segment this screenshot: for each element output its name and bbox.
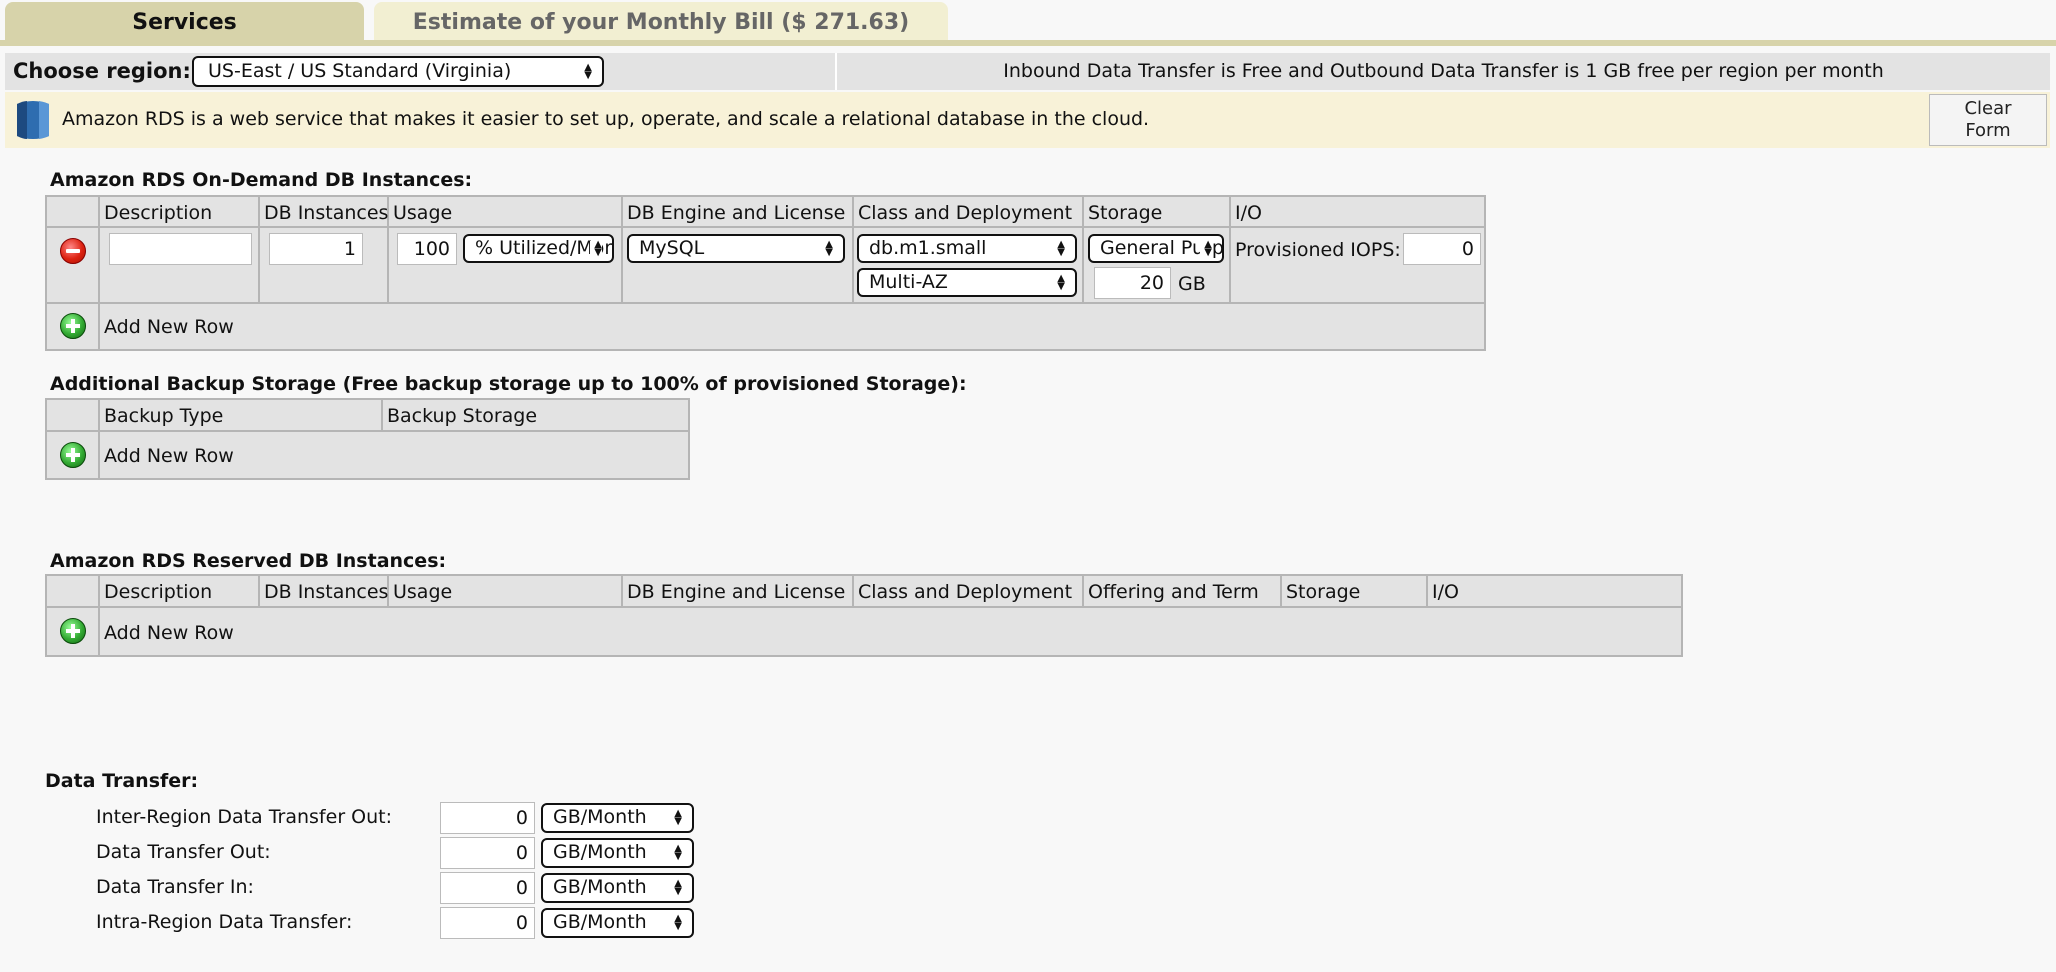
clear-form-label-2: Form [1965,120,2011,141]
header-io: I/O [1432,581,1459,603]
data-transfer-in-label: Data Transfer In: [96,876,254,898]
add-new-row-link[interactable]: Add New Row [104,622,234,644]
data-transfer-out-label: Data Transfer Out: [96,841,271,863]
header-db-instances: DB Instances [264,202,389,224]
header-description: Description [104,202,213,224]
inter-region-out-input[interactable]: 0 [440,802,535,834]
header-backup-type: Backup Type [104,405,224,427]
notice-text: Amazon RDS is a web service that makes i… [62,108,1150,130]
data-transfer-out-input[interactable]: 0 [440,837,535,869]
tab-underline [0,40,2056,46]
region-info: Inbound Data Transfer is Free and Outbou… [835,53,2050,90]
intra-region-input[interactable]: 0 [440,907,535,939]
select-arrows-icon: ▲ ▼ [674,843,682,862]
data-transfer-in-input[interactable]: 0 [440,872,535,904]
unit-value: GB/Month [553,876,647,898]
backup-table: Backup Type Backup Storage Add New Row [45,398,690,480]
storage-type-select[interactable]: General Purpose ▲▼ [1088,234,1224,263]
add-row-icon[interactable] [60,442,86,468]
iops-input[interactable]: 0 [1403,233,1481,265]
select-arrows-icon: ▲ ▼ [1057,272,1065,292]
select-arrows-icon: ▲ ▼ [1200,239,1212,257]
db-engine-value: MySQL [639,237,705,259]
rds-logo-icon [17,101,49,139]
ondemand-table: Description DB Instances Usage DB Engine… [45,195,1486,351]
select-arrows-icon: ▲ ▼ [674,913,682,932]
usage-input[interactable]: 100 [397,233,457,265]
db-engine-select[interactable]: MySQL ▲ ▼ [627,234,845,263]
region-bar: Choose region: US-East / US Standard (Vi… [5,53,2050,90]
header-usage: Usage [393,202,453,224]
deployment-select[interactable]: Multi-AZ ▲ ▼ [857,268,1077,297]
header-offering-term: Offering and Term [1088,581,1259,603]
description-input[interactable] [109,233,252,265]
header-db-engine: DB Engine and License [627,202,846,224]
clear-form-button[interactable]: Clear Form [1929,94,2047,146]
select-arrows-icon: ▲ ▼ [674,878,682,897]
inter-region-out-unit-select[interactable]: GB/Month ▲ ▼ [541,803,694,833]
tab-services[interactable]: Services [5,2,364,42]
clear-form-label-1: Clear [1964,98,2012,119]
intra-region-label: Intra-Region Data Transfer: [96,911,353,933]
add-row-icon[interactable] [60,618,86,644]
header-db-instances: DB Instances [264,581,389,603]
header-db-engine: DB Engine and License [627,581,846,603]
header-class-deployment: Class and Deployment [858,581,1073,603]
header-class-deployment: Class and Deployment [858,202,1073,224]
add-new-row-link[interactable]: Add New Row [104,316,234,338]
add-row-icon[interactable] [60,313,86,339]
header-backup-storage: Backup Storage [387,405,538,427]
header-usage: Usage [393,581,453,603]
data-transfer-out-unit-select[interactable]: GB/Month ▲ ▼ [541,838,694,868]
db-class-select[interactable]: db.m1.small ▲ ▼ [857,234,1077,263]
storage-unit-label: GB [1178,273,1206,295]
tab-bar: Services Estimate of your Monthly Bill (… [0,0,2056,46]
region-select[interactable]: US-East / US Standard (Virginia) ▲ ▼ [192,56,604,87]
inter-region-out-label: Inter-Region Data Transfer Out: [96,806,393,828]
reserved-table: Description DB Instances Usage DB Engine… [45,574,1683,657]
usage-unit-select[interactable]: % Utilized/Month ▲▼ [463,234,614,263]
select-arrows-icon: ▲ ▼ [825,238,833,258]
data-transfer-title: Data Transfer: [45,770,199,792]
ondemand-title: Amazon RDS On-Demand DB Instances: [50,169,473,191]
select-arrows-icon: ▲ ▼ [590,239,602,257]
iops-label: Provisioned IOPS: [1235,239,1401,261]
unit-value: GB/Month [553,806,647,828]
header-io: I/O [1235,202,1262,224]
add-new-row-link[interactable]: Add New Row [104,445,234,467]
region-select-value: US-East / US Standard (Virginia) [208,60,512,82]
remove-row-icon[interactable] [60,238,86,264]
select-arrows-icon: ▲ ▼ [584,61,592,81]
unit-value: GB/Month [553,911,647,933]
db-class-value: db.m1.small [869,237,987,259]
data-transfer-in-unit-select[interactable]: GB/Month ▲ ▼ [541,873,694,903]
unit-value: GB/Month [553,841,647,863]
tab-estimate[interactable]: Estimate of your Monthly Bill ($ 271.63) [374,2,948,42]
header-storage: Storage [1088,202,1163,224]
header-storage: Storage [1286,581,1361,603]
deployment-value: Multi-AZ [869,271,948,293]
select-arrows-icon: ▲ ▼ [674,808,682,827]
db-instances-input[interactable]: 1 [269,233,363,265]
reserved-title: Amazon RDS Reserved DB Instances: [50,550,447,572]
intra-region-unit-select[interactable]: GB/Month ▲ ▼ [541,908,694,938]
select-arrows-icon: ▲ ▼ [1057,238,1065,258]
region-label: Choose region: [13,59,191,83]
storage-size-input[interactable]: 20 [1094,267,1171,299]
backup-title: Additional Backup Storage (Free backup s… [50,373,967,395]
service-notice: Amazon RDS is a web service that makes i… [5,92,2050,148]
header-description: Description [104,581,213,603]
